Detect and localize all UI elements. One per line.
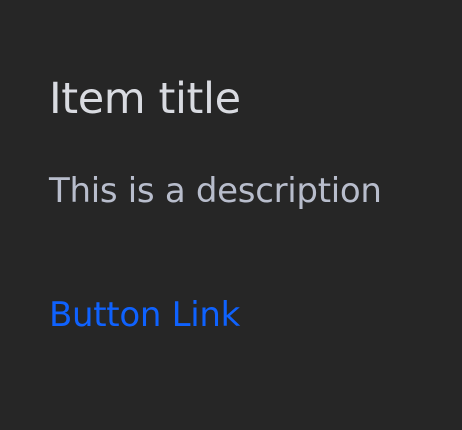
item-card: Item title This is a description Button … bbox=[0, 0, 462, 430]
button-link[interactable]: Button Link bbox=[49, 291, 240, 339]
item-description: This is a description bbox=[49, 171, 382, 211]
item-title: Item title bbox=[49, 74, 241, 124]
